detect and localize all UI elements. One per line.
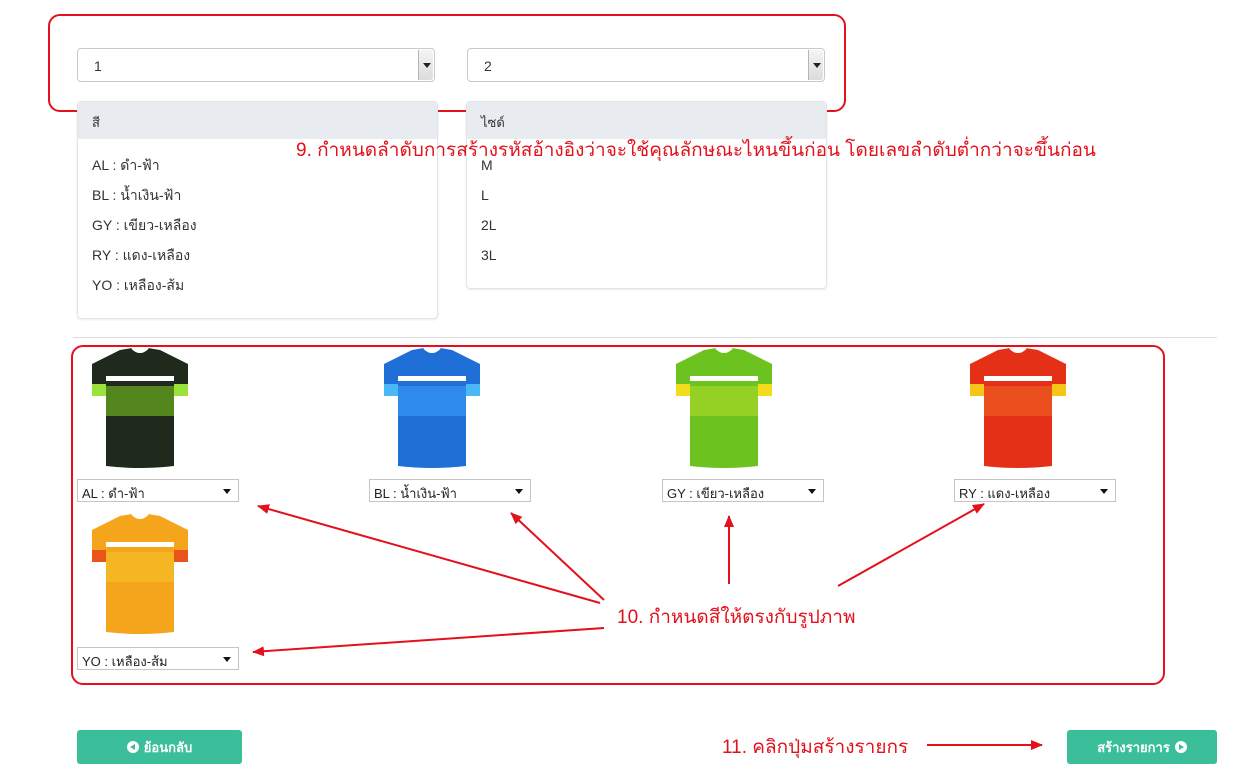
size-option: 3L: [481, 247, 497, 263]
product-image: [90, 512, 190, 636]
jersey-icon: [384, 347, 480, 468]
jersey-icon: [92, 347, 188, 468]
product-color-select[interactable]: YO : เหลือง-ส้ม: [77, 647, 239, 670]
order-select-size[interactable]: 2: [467, 48, 825, 82]
product-color-select[interactable]: AL : ดำ-ฟ้า: [77, 479, 239, 502]
color-attribute-panel: สี AL : ดำ-ฟ้า BL : น้ำเงิน-ฟ้า GY : เขี…: [77, 101, 438, 319]
back-button-label: ย้อนกลับ: [143, 739, 193, 755]
product-image: [968, 346, 1068, 470]
step11-annotation: 11. คลิกปุ่มสร้างรายกร: [722, 737, 909, 758]
back-button[interactable]: ย้อนกลับ: [77, 730, 242, 764]
product-color-select[interactable]: BL : น้ำเงิน-ฟ้า: [369, 479, 531, 502]
chevron-down-icon[interactable]: [418, 50, 433, 80]
color-option: GY : เขียว-เหลือง: [92, 217, 197, 233]
product-color-select[interactable]: RY : แดง-เหลือง: [954, 479, 1116, 502]
step9-annotation: 9. กำหนดลำดับการสร้างรหัสอ้างอิงว่าจะใช้…: [296, 140, 1096, 161]
chevron-down-icon: [515, 489, 523, 494]
size-attribute-panel: ไซด์ M L 2L 3L: [466, 101, 827, 289]
create-items-button[interactable]: สร้างรายการ: [1067, 730, 1217, 764]
arrow-left-circle-icon: [126, 741, 139, 753]
product-color-value: GY : เขียว-เหลือง: [667, 486, 765, 501]
section-divider: [73, 337, 1217, 338]
size-panel-header: ไซด์: [467, 102, 826, 139]
product-image: [90, 346, 190, 470]
product-color-value: AL : ดำ-ฟ้า: [82, 486, 145, 501]
chevron-down-icon: [223, 489, 231, 494]
arrow-right-circle-icon: [1174, 741, 1187, 753]
order-value-color: 1: [94, 58, 102, 74]
product-color-select[interactable]: GY : เขียว-เหลือง: [662, 479, 824, 502]
chevron-down-icon: [1100, 489, 1108, 494]
order-value-size: 2: [484, 58, 492, 74]
step10-annotation: 10. กำหนดสีให้ตรงกับรูปภาพ: [617, 607, 856, 628]
product-color-value: RY : แดง-เหลือง: [959, 486, 1051, 501]
create-button-label: สร้างรายการ: [1097, 739, 1170, 755]
jersey-icon: [970, 347, 1066, 468]
size-option: 2L: [481, 217, 497, 233]
color-option: RY : แดง-เหลือง: [92, 247, 191, 263]
jersey-icon: [676, 347, 772, 468]
product-color-value: BL : น้ำเงิน-ฟ้า: [374, 486, 457, 501]
chevron-down-icon: [808, 489, 816, 494]
color-option: BL : น้ำเงิน-ฟ้า: [92, 187, 182, 203]
chevron-down-icon[interactable]: [808, 50, 823, 80]
color-option: YO : เหลือง-ส้ม: [92, 277, 185, 293]
size-option: L: [481, 187, 489, 203]
color-panel-header: สี: [78, 102, 437, 139]
product-image: [674, 346, 774, 470]
chevron-down-icon: [223, 657, 231, 662]
jersey-icon: [92, 513, 188, 634]
product-color-value: YO : เหลือง-ส้ม: [82, 654, 168, 669]
order-select-color[interactable]: 1: [77, 48, 435, 82]
product-image: [382, 346, 482, 470]
